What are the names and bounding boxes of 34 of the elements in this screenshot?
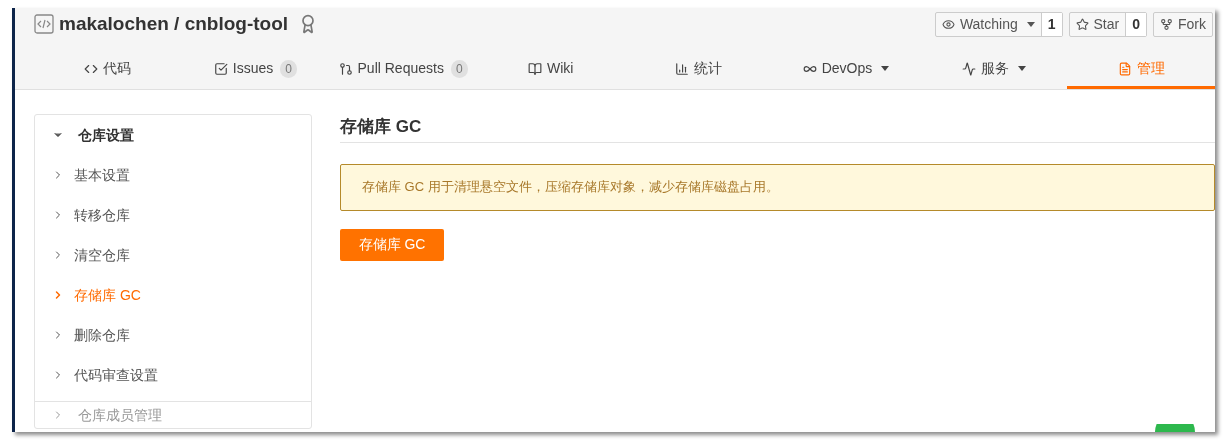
nav-tab[interactable]: DevOps [772, 51, 920, 89]
nav-tab[interactable]: 代码 [34, 51, 182, 89]
sidebar-item[interactable]: 删除仓库 [35, 315, 311, 355]
sidebar-item[interactable]: 清空仓库 [35, 235, 311, 275]
count-label: 0 [1125, 12, 1146, 36]
nav-tab[interactable]: 服务 [919, 51, 1068, 89]
book-icon [527, 61, 542, 76]
fork-button[interactable]: Fork [1154, 12, 1212, 36]
watch-button[interactable]: Watching [935, 12, 1041, 36]
pull-request-icon [338, 61, 353, 76]
checklist-icon [213, 61, 228, 76]
nav-tab[interactable]: Pull Requests 0 [329, 51, 477, 89]
sidebar-section[interactable]: 仓库设置 [35, 115, 311, 155]
repo-title[interactable]: makalochen / cnblog-tool [59, 9, 289, 39]
count-label: 1 [1040, 12, 1062, 36]
eye-icon [941, 17, 955, 31]
floating-button[interactable] [1155, 424, 1195, 432]
sidebar-item[interactable]: 转移仓库 [35, 195, 311, 235]
star-button[interactable]: Star [1069, 12, 1126, 36]
notice-message: 存储库 GC 用于清理悬空文件，压缩存储库对象，减少存储库磁盘占用。 [340, 163, 1215, 211]
nav-tab[interactable]: 统计 [624, 51, 773, 89]
bar-chart-icon [674, 61, 689, 76]
star-icon [1075, 17, 1089, 31]
sidebar-item[interactable]: 基本设置 [35, 155, 311, 195]
nav-tab[interactable]: Wiki [476, 51, 625, 89]
pulse-icon [961, 61, 976, 76]
nav-tab[interactable]: Issues 0 [181, 51, 330, 89]
count-badge: 0 [450, 59, 468, 78]
sidebar-item[interactable]: 代码审查设置 [35, 355, 311, 395]
section-heading: 存储库 GC [340, 114, 1215, 143]
fork-icon [1160, 17, 1173, 31]
count-badge: 0 [280, 59, 297, 78]
document-icon [1117, 61, 1132, 76]
code-repo-icon [34, 14, 54, 34]
